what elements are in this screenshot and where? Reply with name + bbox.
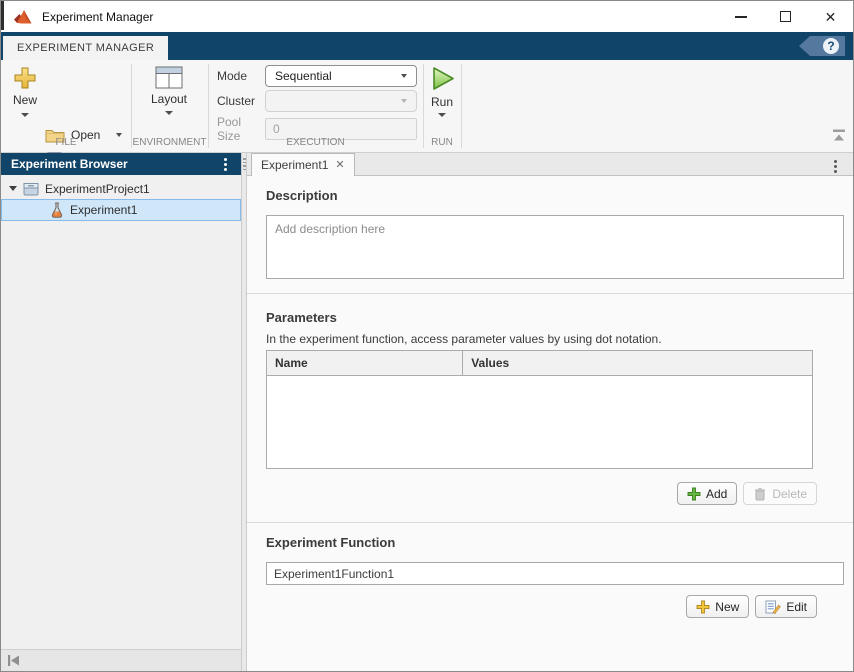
matlab-logo-icon [13,8,33,26]
cluster-dropdown-arrow-icon [401,99,407,103]
section-divider [247,293,853,294]
document-tab-bar: Experiment1 ✕ [247,153,853,176]
add-parameter-button[interactable]: Add [677,482,737,505]
section-divider [208,64,209,148]
parameters-table[interactable]: Name Values [266,350,813,469]
experiment-browser-panel: Experiment Browser ExperimentProject1 [1,153,241,672]
new-dropdown-arrow-icon[interactable] [21,113,29,117]
minimize-icon [735,16,747,18]
experiment-function-input[interactable] [266,562,844,585]
description-heading: Description [266,188,338,203]
tab-experiment1[interactable]: Experiment1 ✕ [251,153,355,176]
trash-icon [753,487,767,501]
document-menu-button[interactable] [830,158,841,175]
delete-label: Delete [772,487,807,501]
layout-label: Layout [151,92,187,106]
run-section-label: RUN [423,137,461,148]
add-label: Add [706,487,727,501]
experiment-browser-header: Experiment Browser [1,153,241,175]
ribbon-tab-strip: EXPERIMENT MANAGER ? [1,32,853,60]
experiment-editor: Description Parameters In the experiment… [247,176,853,672]
add-plus-icon [687,487,701,501]
parameters-hint: In the experiment function, access param… [266,332,662,346]
mode-value: Sequential [275,69,401,83]
run-icon [429,65,456,92]
window-controls: ✕ [718,1,853,32]
background-window-edge [1,1,4,30]
document-area: Experiment1 ✕ Description Parameters In … [247,153,853,672]
edit-function-label: Edit [786,600,807,614]
browser-menu-button[interactable] [220,156,231,173]
parameters-table-header: Name Values [267,351,812,376]
section-divider [423,64,424,148]
section-divider [247,522,853,523]
column-header-name[interactable]: Name [267,351,463,375]
toolstrip: New Open Save Duplicate [1,60,853,153]
execution-section-label: EXECUTION [208,137,423,148]
parameters-table-body[interactable] [267,376,812,468]
description-textarea[interactable] [266,215,844,279]
mode-label: Mode [217,69,265,83]
new-button[interactable]: New [8,66,42,117]
edit-icon [765,600,781,614]
mode-dropdown-arrow-icon [401,74,407,78]
new-function-plus-icon [696,600,710,614]
run-button[interactable]: Run [425,65,459,117]
close-icon: ✕ [825,10,837,24]
experiment-tree: ExperimentProject1 Experiment1 [1,175,241,221]
delete-parameter-button[interactable]: Delete [743,482,817,505]
section-divider [131,64,132,148]
experiment-manager-window: Experiment Manager ✕ EXPERIMENT MANAGER … [0,0,854,672]
minimize-toolstrip-button[interactable] [832,129,846,142]
window-title: Experiment Manager [42,10,153,24]
new-function-label: New [715,600,739,614]
file-section-label: FILE [1,137,131,148]
run-label: Run [431,95,453,109]
maximize-button[interactable] [763,1,808,32]
edit-function-button[interactable]: Edit [755,595,817,618]
cluster-label: Cluster [217,94,265,108]
tab-experiment-manager[interactable]: EXPERIMENT MANAGER [3,36,168,60]
project-label: ExperimentProject1 [45,182,150,196]
tab-close-icon[interactable]: ✕ [335,160,344,171]
expander-icon[interactable] [9,186,17,191]
mode-dropdown[interactable]: Sequential [265,65,417,87]
experiment-function-heading: Experiment Function [266,535,395,550]
layout-button[interactable]: Layout [141,66,197,115]
close-button[interactable]: ✕ [808,1,853,32]
tab-label: Experiment1 [261,158,328,172]
browser-footer-bar [1,649,241,671]
title-bar: Experiment Manager ✕ [1,1,853,32]
parameters-heading: Parameters [266,310,337,325]
run-dropdown-arrow-icon[interactable] [438,113,446,117]
help-icon: ? [823,38,839,54]
new-function-button[interactable]: New [686,595,749,618]
environment-section-label: ENVIRONMENT [131,137,208,148]
project-icon [23,182,39,196]
main-area: Experiment Browser ExperimentProject1 [1,153,853,672]
column-header-values[interactable]: Values [463,351,812,375]
collapse-panel-button[interactable] [7,654,21,667]
experiment-flask-icon [50,202,64,218]
maximize-icon [780,11,791,22]
layout-dropdown-arrow-icon[interactable] [165,111,173,115]
tree-item-project[interactable]: ExperimentProject1 [1,178,241,199]
cluster-dropdown[interactable] [265,90,417,112]
minimize-button[interactable] [718,1,763,32]
splitter-grip-icon [243,158,246,170]
new-plus-icon [13,66,37,90]
tree-item-experiment[interactable]: Experiment1 [1,199,241,221]
layout-icon [155,66,183,89]
new-label: New [13,93,37,107]
experiment-browser-title: Experiment Browser [11,157,128,171]
help-button[interactable]: ? [799,36,845,56]
section-divider [461,64,462,148]
experiment-label: Experiment1 [70,203,137,217]
